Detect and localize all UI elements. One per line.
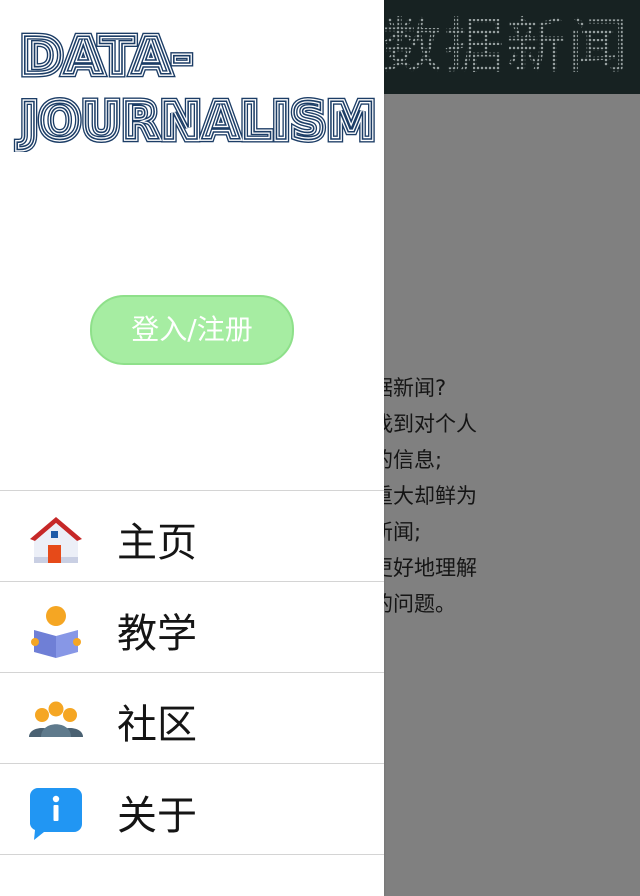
login-register-button[interactable]: 登入/注册 [90,295,294,365]
menu-item-teaching[interactable]: 教学 [0,582,384,673]
menu-item-home[interactable]: 主页 [0,491,384,582]
reading-person-icon [28,604,84,660]
menu-item-label: 教学 [117,611,197,657]
menu-item-label: 主页 [117,520,197,566]
brand-line-2: JOURNALISM [17,92,376,152]
navigation-drawer: DATA- DATA- DATA- JOURNALISM JOURNALISM … [0,0,384,896]
menu-item-label: 社区 [117,702,197,748]
drawer-menu: 主页 教学 社区 关于 [0,490,384,855]
menu-item-community[interactable]: 社区 [0,673,384,764]
menu-item-label: 关于 [117,793,197,839]
people-group-icon [28,695,84,751]
house-icon [28,513,84,569]
menu-item-about[interactable]: 关于 [0,764,384,855]
brand-logo: DATA- DATA- DATA- JOURNALISM JOURNALISM … [0,12,384,153]
info-bubble-icon [28,786,84,842]
brand-line-1: DATA- [20,27,193,87]
